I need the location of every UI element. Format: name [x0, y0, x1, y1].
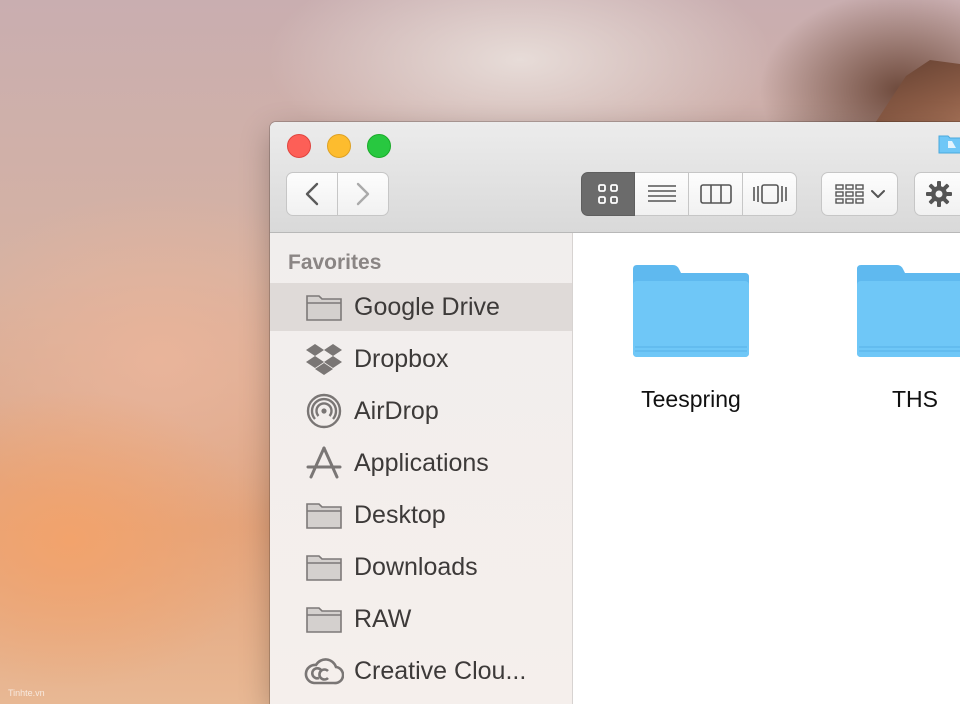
- sidebar: Favorites Google Drive Dropbox AirDrop A…: [270, 233, 573, 704]
- titlebar: [270, 122, 960, 233]
- folder-icon: [857, 265, 960, 357]
- sidebar-item-dropbox[interactable]: Dropbox: [270, 335, 572, 383]
- cover-flow-view-button[interactable]: [743, 172, 797, 216]
- sidebar-item-label: AirDrop: [354, 396, 439, 425]
- file-name: THS: [892, 386, 938, 412]
- folder-item-ths[interactable]: THS: [835, 263, 960, 413]
- sidebar-item-downloads[interactable]: Downloads: [270, 543, 572, 591]
- folder-item-teespring[interactable]: Teespring: [611, 263, 771, 413]
- chevron-down-icon: [870, 190, 885, 198]
- sidebar-item-label: Applications: [354, 448, 489, 477]
- zoom-button[interactable]: [367, 134, 391, 158]
- folder-icon: [304, 549, 344, 585]
- creative-cloud-icon: [304, 653, 344, 689]
- gear-icon: [926, 181, 952, 207]
- column-view-icon: [699, 184, 732, 204]
- icon-view-icon: [598, 184, 618, 204]
- file-name: Teespring: [641, 386, 741, 412]
- sidebar-item-label: Desktop: [354, 500, 446, 529]
- close-button[interactable]: [287, 134, 311, 158]
- folder-icon: [633, 265, 749, 357]
- sidebar-item-label: Google Drive: [354, 292, 500, 321]
- airdrop-icon: [304, 393, 344, 429]
- action-button[interactable]: [914, 172, 960, 216]
- finder-window: Favorites Google Drive Dropbox AirDrop A…: [270, 122, 960, 704]
- applications-icon: [304, 445, 344, 481]
- icon-view-button[interactable]: [581, 172, 635, 216]
- view-mode-control: [581, 172, 797, 216]
- arrange-button[interactable]: [821, 172, 898, 216]
- google-drive-folder-icon[interactable]: [938, 132, 960, 154]
- chevron-right-icon: [356, 182, 370, 206]
- folder-icon: [304, 289, 344, 325]
- sidebar-item-google-drive[interactable]: Google Drive: [270, 283, 572, 331]
- back-button[interactable]: [286, 172, 338, 216]
- minimize-button[interactable]: [327, 134, 351, 158]
- file-browser: Teespring THS: [573, 233, 960, 704]
- folder-icon: [304, 601, 344, 637]
- grid-arrange-icon: [834, 184, 864, 204]
- sidebar-item-creative-cloud[interactable]: Creative Clou...: [270, 647, 572, 695]
- chevron-left-icon: [305, 182, 319, 206]
- sidebar-item-applications[interactable]: Applications: [270, 439, 572, 487]
- column-view-button[interactable]: [689, 172, 743, 216]
- forward-button[interactable]: [338, 172, 389, 216]
- sidebar-item-label: RAW: [354, 604, 412, 633]
- folder-icon: [304, 497, 344, 533]
- sidebar-item-label: Dropbox: [354, 344, 449, 373]
- sidebar-item-label: Creative Clou...: [354, 656, 527, 685]
- sidebar-item-label: Downloads: [354, 552, 478, 581]
- sidebar-item-raw[interactable]: RAW: [270, 595, 572, 643]
- dropbox-icon: [304, 341, 344, 377]
- sidebar-item-desktop[interactable]: Desktop: [270, 491, 572, 539]
- watermark: Tinhte.vn: [8, 688, 45, 698]
- list-view-icon: [647, 185, 676, 202]
- sidebar-heading: Favorites: [288, 251, 382, 274]
- sidebar-item-airdrop[interactable]: AirDrop: [270, 387, 572, 435]
- list-view-button[interactable]: [635, 172, 689, 216]
- cover-flow-view-icon: [752, 184, 787, 204]
